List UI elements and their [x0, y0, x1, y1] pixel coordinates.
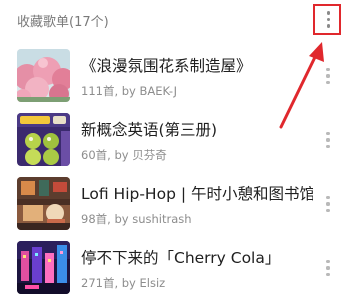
- playlist-cover: [17, 177, 70, 230]
- lofi-room-cover: [17, 177, 70, 230]
- playlist-subtitle: 111首, by BAEK-J: [81, 84, 178, 98]
- playlist-title: 《浪漫氛围花系制造屋》: [81, 57, 252, 75]
- neon-city-cover: [17, 241, 70, 294]
- playlist-subtitle: 98首, by sushitrash: [81, 212, 192, 226]
- more-vertical-icon: [326, 258, 330, 277]
- playlist-cover: [17, 49, 70, 102]
- playlist-title: 停不下来的「Cherry Cola」: [81, 249, 281, 267]
- new-concept-english-cover: [17, 113, 70, 166]
- row-more-button[interactable]: [316, 253, 340, 283]
- playlist-subtitle: 60首, by 贝芬奇: [81, 148, 167, 162]
- more-vertical-icon: [326, 66, 330, 85]
- pink-flowers-cover: [17, 49, 70, 102]
- playlist-title: Lofi Hip-Hop | 午时小憩和图书馆: [81, 185, 313, 203]
- playlist-title: 新概念英语(第三册): [81, 121, 218, 139]
- annotation-highlight-box: [313, 4, 341, 35]
- more-vertical-icon: [326, 194, 330, 213]
- playlist-cover: [17, 113, 70, 166]
- playlist-row[interactable]: 《浪漫氛围花系制造屋》 111首, by BAEK-J: [0, 49, 356, 113]
- playlist-cover: [17, 241, 70, 294]
- section-header: 收藏歌单(17个): [0, 0, 356, 44]
- row-more-button[interactable]: [316, 125, 340, 155]
- playlist-row[interactable]: Lofi Hip-Hop | 午时小憩和图书馆 98首, by sushitra…: [0, 177, 356, 241]
- more-vertical-icon: [326, 130, 330, 149]
- section-title: 收藏歌单(17个): [17, 15, 109, 30]
- playlist-row[interactable]: 停不下来的「Cherry Cola」 271首, by Elsiz: [0, 241, 356, 305]
- playlist-subtitle: 271首, by Elsiz: [81, 276, 166, 290]
- row-more-button[interactable]: [316, 189, 340, 219]
- playlist-row[interactable]: 新概念英语(第三册) 60首, by 贝芬奇: [0, 113, 356, 177]
- row-more-button[interactable]: [316, 61, 340, 91]
